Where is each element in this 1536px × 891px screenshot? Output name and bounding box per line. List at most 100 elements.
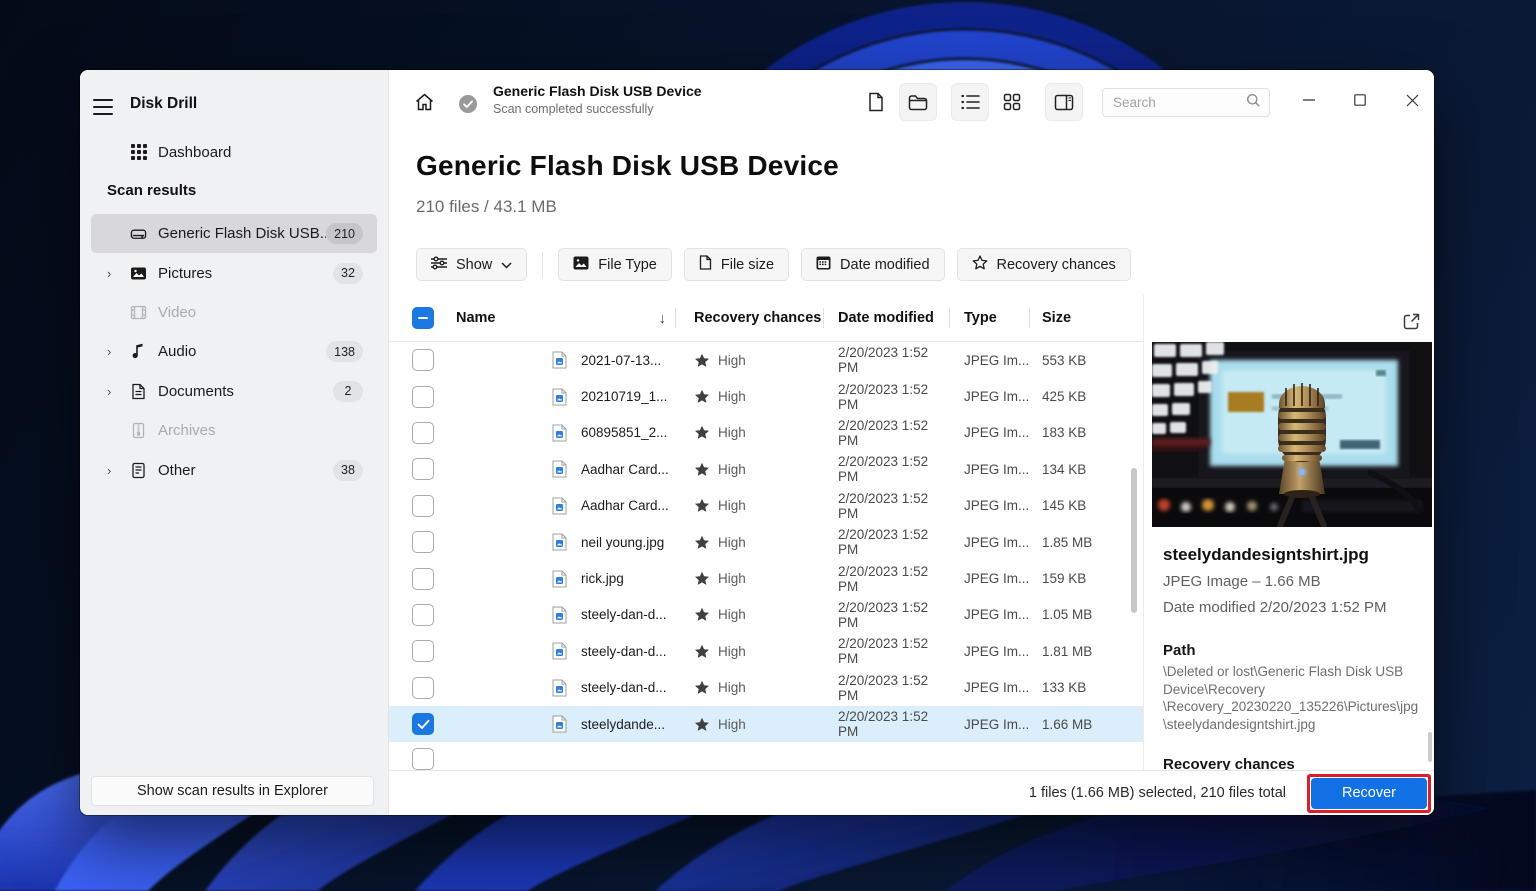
sidebar-item-label: Video xyxy=(158,303,197,321)
show-filter-label: Show xyxy=(456,256,493,273)
table-row[interactable]: rick.jpg High 2/20/2023 1:52 PM JPEG Im.… xyxy=(389,560,1143,596)
sidebar-item-video[interactable]: Video xyxy=(91,293,377,332)
files-summary: 210 files / 43.1 MB xyxy=(416,197,557,216)
date-modified: 2/20/2023 1:52 PM xyxy=(838,345,929,376)
folder-view-button[interactable] xyxy=(899,83,937,121)
row-checkbox[interactable] xyxy=(412,458,434,481)
date-modified: 2/20/2023 1:52 PM xyxy=(838,417,929,448)
home-button[interactable] xyxy=(407,85,441,119)
table-scrollbar-thumb[interactable] xyxy=(1131,468,1137,613)
row-checkbox[interactable] xyxy=(412,748,434,770)
show-filter-button[interactable]: Show xyxy=(416,248,528,281)
recovery-chances-filter-label: Recovery chances xyxy=(996,256,1116,273)
row-checkbox[interactable] xyxy=(412,603,434,626)
row-checkbox[interactable] xyxy=(412,676,434,699)
drive-icon xyxy=(130,225,147,242)
row-checkbox[interactable] xyxy=(412,531,434,554)
sidebar-item-audio[interactable]: › Audio 138 xyxy=(91,332,377,371)
minimize-button[interactable] xyxy=(1286,82,1332,118)
sidebar-item-label: Archives xyxy=(158,422,216,440)
row-checkbox[interactable] xyxy=(412,567,434,590)
chevron-right-icon[interactable]: › xyxy=(107,385,117,398)
file-size: 425 KB xyxy=(1042,389,1087,405)
dashboard-grid-icon xyxy=(130,144,147,161)
sidebar-item-documents[interactable]: › Documents 2 xyxy=(91,372,377,411)
row-checkbox[interactable] xyxy=(412,421,434,444)
file-name: Aadhar Card... xyxy=(581,498,669,514)
table-row[interactable]: 60895851_2... High 2/20/2023 1:52 PM JPE… xyxy=(389,415,1143,451)
app-title: Disk Drill xyxy=(130,95,198,112)
hamburger-menu-icon[interactable] xyxy=(93,92,127,122)
sidebar-item-device[interactable]: Generic Flash Disk USB... 210 xyxy=(91,214,377,254)
sidebar-item-archives[interactable]: Archives xyxy=(91,411,377,450)
file-name: 2021-07-13... xyxy=(581,352,662,368)
chevron-right-icon[interactable]: › xyxy=(107,267,117,280)
main-panel: Generic Flash Disk USB Device Scan compl… xyxy=(389,70,1434,815)
file-name: steely-dan-d... xyxy=(581,643,667,659)
column-header-size[interactable]: Size xyxy=(1030,295,1126,341)
file-size: 145 KB xyxy=(1042,498,1087,514)
table-row[interactable]: steely-dan-d... High 2/20/2023 1:52 PM J… xyxy=(389,633,1143,669)
preview-scrollbar-thumb[interactable] xyxy=(1428,732,1432,762)
grid-view-button[interactable] xyxy=(993,83,1031,121)
date-modified-filter-label: Date modified xyxy=(840,256,930,273)
open-external-icon[interactable] xyxy=(1397,307,1425,335)
pictures-icon xyxy=(130,265,147,282)
count-badge: 32 xyxy=(333,262,363,284)
file-type: JPEG Im... xyxy=(964,643,1030,659)
sidebar-item-pictures[interactable]: › Pictures 32 xyxy=(91,253,377,292)
table-row-partial[interactable] xyxy=(389,742,1143,770)
column-header-date[interactable]: Date modified xyxy=(824,295,950,341)
audio-icon xyxy=(130,343,147,360)
file-name: steelydande... xyxy=(581,716,666,732)
scan-results-list: Generic Flash Disk USB... 210 › Pictures… xyxy=(80,214,388,490)
sidebar-item-other[interactable]: › Other 38 xyxy=(91,450,377,489)
recovery-chance: High xyxy=(718,643,746,659)
recovery-chances-filter-button[interactable]: Recovery chances xyxy=(956,248,1131,281)
row-checkbox-checked[interactable] xyxy=(412,713,434,736)
column-header-recovery[interactable]: Recovery chances xyxy=(676,295,824,341)
table-row[interactable]: 2021-07-13... High 2/20/2023 1:52 PM JPE… xyxy=(389,342,1143,378)
topbar-scan-status: Scan completed successfully xyxy=(493,102,654,116)
maximize-button[interactable] xyxy=(1337,82,1383,118)
file-type-filter-button[interactable]: File Type xyxy=(558,248,672,281)
table-row[interactable]: Aadhar Card... High 2/20/2023 1:52 PM JP… xyxy=(389,451,1143,487)
column-header-name[interactable]: Name ↓ xyxy=(434,295,676,341)
count-badge: 2 xyxy=(333,380,363,402)
file-view-button[interactable] xyxy=(857,83,895,121)
row-checkbox[interactable] xyxy=(412,640,434,663)
preview-filename: steelydandesigntshirt.jpg xyxy=(1163,545,1369,564)
close-button[interactable] xyxy=(1389,82,1434,118)
table-row-selected[interactable]: steelydande... High 2/20/2023 1:52 PM JP… xyxy=(389,705,1143,743)
file-name: steely-dan-d... xyxy=(581,680,667,696)
preview-path-value: \Deleted or lost\Generic Flash Disk USB … xyxy=(1163,664,1419,732)
preview-file-meta: JPEG Image – 1.66 MB xyxy=(1163,573,1321,590)
date-modified: 2/20/2023 1:52 PM xyxy=(838,672,929,703)
date-modified-filter-button[interactable]: Date modified xyxy=(801,248,945,281)
show-in-explorer-button[interactable]: Show scan results in Explorer xyxy=(91,776,374,806)
filter-separator xyxy=(542,251,544,278)
select-all-checkbox[interactable] xyxy=(412,307,434,329)
table-row[interactable]: Aadhar Card... High 2/20/2023 1:52 PM JP… xyxy=(389,488,1143,524)
row-checkbox[interactable] xyxy=(412,385,434,408)
row-checkbox[interactable] xyxy=(412,349,434,372)
table-row[interactable]: steely-dan-d... High 2/20/2023 1:52 PM J… xyxy=(389,597,1143,633)
file-type: JPEG Im... xyxy=(964,461,1030,477)
sidebar: Disk Drill Dashboard Scan results Generi… xyxy=(80,70,389,815)
recovery-chance: High xyxy=(718,352,746,368)
table-row[interactable]: steely-dan-d... High 2/20/2023 1:52 PM J… xyxy=(389,670,1143,706)
table-row[interactable]: 20210719_1... High 2/20/2023 1:52 PM JPE… xyxy=(389,378,1143,414)
preview-panel-toggle-button[interactable] xyxy=(1045,83,1083,121)
table-header: Name ↓ Recovery chances Date modified Ty… xyxy=(389,295,1143,342)
list-view-button[interactable] xyxy=(951,83,989,121)
sidebar-item-dashboard[interactable]: Dashboard xyxy=(91,133,374,171)
recover-button[interactable]: Recover xyxy=(1311,777,1427,809)
chevron-right-icon[interactable]: › xyxy=(107,464,117,477)
filter-bar: Show File Type File size Date modified R… xyxy=(416,248,1131,281)
column-header-type[interactable]: Type xyxy=(950,295,1030,341)
table-row[interactable]: neil young.jpg High 2/20/2023 1:52 PM JP… xyxy=(389,524,1143,560)
search-input[interactable] xyxy=(1113,95,1246,110)
chevron-right-icon[interactable]: › xyxy=(107,345,117,358)
row-checkbox[interactable] xyxy=(412,494,434,517)
file-size-filter-button[interactable]: File size xyxy=(683,248,790,281)
